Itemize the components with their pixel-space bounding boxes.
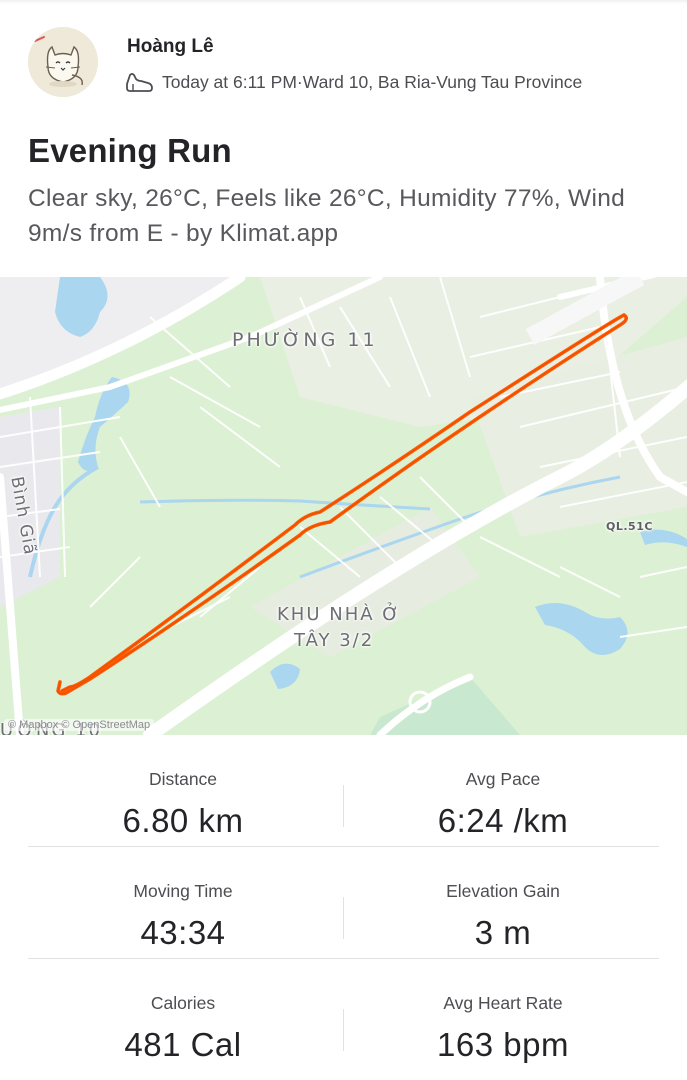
stat-label: Moving Time — [133, 881, 233, 901]
route-map[interactable]: PHƯỜNG 11 Bình Giã QL.51C KHU NHÀ Ở TÂY … — [0, 277, 687, 735]
map-attribution[interactable]: © Mapbox © OpenStreetMap — [4, 719, 155, 731]
stat-moving-time: Moving Time 43:34 — [28, 847, 338, 952]
stat-label: Elevation Gain — [446, 881, 560, 901]
activity-meta: Today at 6:11 PM · Ward 10, Ba Ria-Vung … — [124, 70, 582, 94]
running-shoe-icon — [124, 70, 154, 94]
stat-avg-pace: Avg Pace 6:24 /km — [348, 735, 658, 840]
stat-avg-heart-rate: Avg Heart Rate 163 bpm — [348, 959, 658, 1064]
stats-row: Moving Time 43:34 Elevation Gain 3 m — [28, 847, 659, 959]
stat-label: Calories — [150, 993, 216, 1013]
cat-avatar-icon[interactable] — [28, 27, 98, 97]
stat-divider — [343, 785, 344, 827]
activity-title[interactable]: Evening Run — [28, 132, 232, 170]
stat-value: 3 m — [474, 914, 532, 951]
stat-calories: Calories 481 Cal — [28, 959, 338, 1064]
stat-label: Avg Pace — [465, 769, 541, 789]
stat-divider — [343, 897, 344, 939]
stat-divider — [343, 1009, 344, 1051]
stats-grid: Distance 6.80 km Avg Pace 6:24 /km Movin… — [28, 735, 659, 1071]
stat-distance: Distance 6.80 km — [28, 735, 338, 840]
map-label-tay-3-2: TÂY 3/2 — [294, 630, 375, 651]
stats-row: Distance 6.80 km Avg Pace 6:24 /km — [28, 735, 659, 847]
activity-description: Clear sky, 26°C, Feels like 26°C, Humidi… — [28, 185, 626, 247]
stat-label: Avg Heart Rate — [443, 993, 563, 1013]
activity-timestamp: Today at 6:11 PM — [162, 71, 297, 92]
stat-label: Distance — [148, 769, 218, 789]
map-label-phuong-11: PHƯỜNG 11 — [232, 329, 378, 351]
stat-value: 6:24 /km — [437, 802, 569, 839]
map-label-ql51c: QL.51C — [606, 520, 653, 533]
activity-header: Hoàng Lê Today at 6:11 PM · Ward 10, Ba … — [28, 27, 668, 99]
stat-value: 163 bpm — [437, 1026, 569, 1063]
map-label-khu-nha-o: KHU NHÀ Ở — [277, 604, 401, 625]
stat-value: 481 Cal — [124, 1026, 242, 1063]
stat-value: 6.80 km — [122, 802, 244, 839]
stats-row: Calories 481 Cal Avg Heart Rate 163 bpm — [28, 959, 659, 1071]
stat-elevation-gain: Elevation Gain 3 m — [348, 847, 658, 952]
activity-location: Ward 10, Ba Ria-Vung Tau Province — [302, 71, 583, 92]
stat-value: 43:34 — [140, 914, 226, 951]
top-divider — [0, 0, 687, 4]
author-name[interactable]: Hoàng Lê — [127, 36, 214, 58]
